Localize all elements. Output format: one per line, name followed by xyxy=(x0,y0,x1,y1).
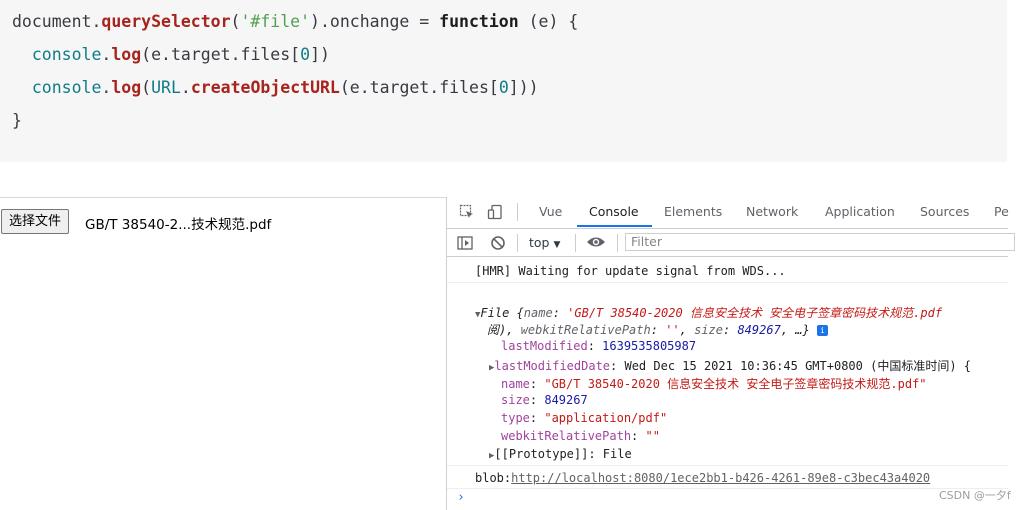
file-object-head: File { xyxy=(480,306,524,320)
tab-network[interactable]: Network xyxy=(746,204,798,219)
code-token: . xyxy=(180,78,191,97)
tab-console[interactable]: Console xyxy=(589,204,639,219)
code-block: document.querySelector('#file').onchange… xyxy=(0,0,1007,162)
code-line-3: console.log(URL.createObjectURL(e.target… xyxy=(12,78,539,97)
prop-value: 849267 xyxy=(737,323,781,337)
console-prompt-icon[interactable]: › xyxy=(457,490,465,505)
prop-key: size xyxy=(501,393,530,407)
chevron-down-icon: ▼ xyxy=(553,240,561,250)
code-token: (e) { xyxy=(518,12,579,31)
code-token: ])) xyxy=(508,78,539,97)
devtools-panel: Vue Console Elements Network Application… xyxy=(446,197,1015,510)
tabbar-separator xyxy=(517,203,518,221)
prop-name: name: "GB/T 38540-2020 信息安全技术 安全电子签章密码技术… xyxy=(501,377,927,391)
prop-value: 'GB/T 38540-2020 信息安全技术 安全电子签章密码技术规范.pdf xyxy=(567,306,943,320)
choose-file-button[interactable]: 选择文件 xyxy=(1,209,70,234)
file-object-summary-cont: 阅), webkitRelativePath: '', size: 849267… xyxy=(487,321,1034,338)
prop-type: type: "application/pdf" xyxy=(501,411,668,425)
log-separator xyxy=(447,465,1008,466)
prop-lastmodified: lastModified: 1639535805987 xyxy=(501,339,697,353)
prop-key: lastModifiedDate xyxy=(494,359,611,373)
code-token: 0 xyxy=(300,45,311,64)
toolbar-separator xyxy=(575,234,576,252)
prop-value: "" xyxy=(645,429,660,443)
device-toolbar-icon[interactable] xyxy=(487,204,503,220)
filter-input[interactable]: Filter xyxy=(625,233,1015,251)
prop-prototype[interactable]: ▶[[Prototype]]: File xyxy=(489,447,1034,461)
blob-url-link[interactable]: http://localhost:8080/1ece2bb1-b426-4261… xyxy=(511,471,930,485)
hmr-log-line: [HMR] Waiting for update signal from WDS… xyxy=(475,264,786,278)
prop-value: "application/pdf" xyxy=(544,411,668,425)
prop-webkitrelativepath: webkitRelativePath: "" xyxy=(501,429,660,443)
code-token: URL xyxy=(151,78,181,97)
info-icon[interactable]: i xyxy=(816,325,828,336)
blob-prefix: blob: xyxy=(475,471,512,485)
code-token: ( xyxy=(141,78,152,97)
prop-value: "GB/T 38540-2020 信息安全技术 安全电子签章密码技术规范.pdf… xyxy=(544,377,927,391)
code-line-4: } xyxy=(12,111,22,130)
prop-lastmodifieddate[interactable]: ▶lastModifiedDate: Wed Dec 15 2021 10:36… xyxy=(489,357,1034,374)
inspect-element-icon[interactable] xyxy=(459,204,475,220)
code-token: log xyxy=(111,45,142,64)
code-token: log xyxy=(111,78,142,97)
context-selector[interactable]: top ▼ xyxy=(529,235,560,250)
tab-elements[interactable]: Elements xyxy=(664,204,722,219)
code-token: 0 xyxy=(498,78,509,97)
code-token: (e.target.files[ xyxy=(141,45,301,64)
code-token: querySelector xyxy=(101,12,231,31)
context-label: top xyxy=(529,235,550,250)
code-token: function xyxy=(439,12,519,31)
selected-file-name: GB/T 38540-2...技术规范.pdf xyxy=(85,217,272,233)
code-token: ( xyxy=(230,12,241,31)
watermark: CSDN @一夕f xyxy=(939,489,1011,502)
blob-log-line: blob:http://localhost:8080/1ece2bb1-b426… xyxy=(475,471,1034,485)
prototype-label: [[Prototype]]: File xyxy=(494,447,632,461)
summary-text: 阅), xyxy=(487,323,521,337)
code-token: ).onchange = xyxy=(310,12,440,31)
eye-icon[interactable] xyxy=(586,234,606,255)
code-token: . xyxy=(101,45,112,64)
prop-value: Wed Dec 15 2021 10:36:45 GMT+0800 (中国标准时… xyxy=(624,359,972,373)
toolbar-separator xyxy=(617,234,618,252)
code-token: . xyxy=(101,78,112,97)
prop-key: webkitRelativePath xyxy=(520,323,651,337)
prop-key: lastModified xyxy=(501,339,588,353)
prop-key: name xyxy=(523,306,553,320)
prop-value: 1639535805987 xyxy=(602,339,697,353)
prop-key: size xyxy=(694,323,723,337)
log-separator xyxy=(447,488,1008,489)
code-token: console xyxy=(31,78,102,97)
code-line-2: console.log(e.target.files[0]) xyxy=(12,45,330,64)
tab-sources[interactable]: Sources xyxy=(920,204,969,219)
devtools-tabbar: Vue Console Elements Network Application… xyxy=(447,197,1009,229)
prop-key: name xyxy=(501,377,530,391)
tab-performance[interactable]: Pe xyxy=(994,204,1009,219)
file-object-summary[interactable]: ▼File {name: 'GB/T 38540-2020 信息安全技术 安全电… xyxy=(475,304,1034,321)
prop-value: 849267 xyxy=(544,393,588,407)
code-token: document. xyxy=(12,12,102,31)
code-token: createObjectURL xyxy=(190,78,340,97)
console-toolbar: top ▼ Filter xyxy=(447,229,1015,257)
code-line-1: document.querySelector('#file').onchange… xyxy=(12,12,578,31)
code-token: '#file' xyxy=(240,12,311,31)
clear-console-icon[interactable] xyxy=(490,235,506,256)
prop-key: webkitRelativePath xyxy=(501,429,632,443)
prop-value: '' xyxy=(665,323,680,337)
filter-placeholder: Filter xyxy=(631,234,662,249)
prop-key: type xyxy=(501,411,530,425)
toolbar-separator xyxy=(517,234,518,252)
summary-text: , …} xyxy=(780,323,810,337)
code-token: console xyxy=(31,45,102,64)
active-tab-indicator xyxy=(577,225,652,227)
prop-size: size: 849267 xyxy=(501,393,588,407)
tab-vue[interactable]: Vue xyxy=(539,204,562,219)
code-token: (e.target.files[ xyxy=(339,78,499,97)
show-sidebar-icon[interactable] xyxy=(457,235,473,256)
log-separator xyxy=(447,282,1008,283)
code-token: ]) xyxy=(310,45,330,64)
tab-application[interactable]: Application xyxy=(825,204,895,219)
